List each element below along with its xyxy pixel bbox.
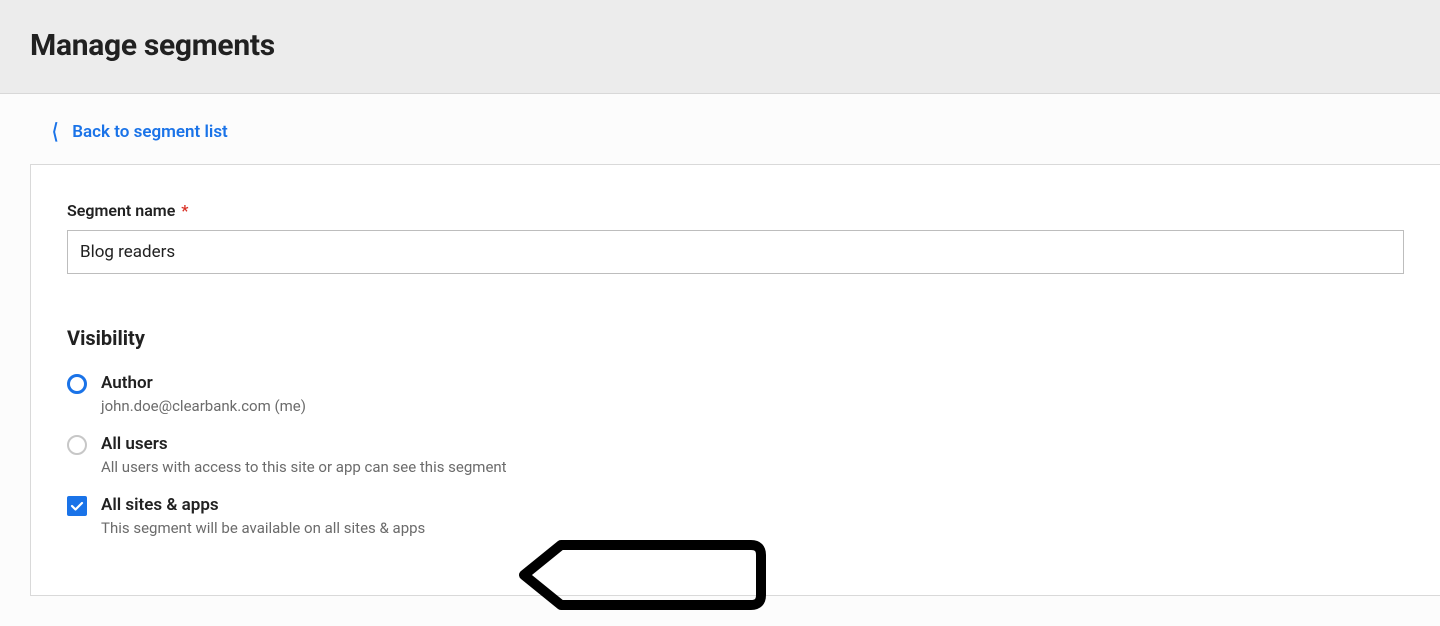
radio-unselected-icon[interactable] — [67, 435, 87, 455]
back-to-list-link[interactable]: ⟨ Back to segment list — [30, 122, 228, 142]
option-desc: This segment will be available on all si… — [101, 518, 1404, 539]
radio-selected-icon[interactable] — [67, 374, 87, 394]
option-title: Author — [101, 372, 1404, 394]
segment-name-label: Segment name * — [67, 201, 1404, 220]
option-desc: john.doe@clearbank.com (me) — [101, 396, 1404, 417]
page-title: Manage segments — [30, 28, 1410, 63]
check-icon — [70, 499, 84, 513]
visibility-option-all-sites[interactable]: All sites & apps This segment will be av… — [67, 494, 1404, 539]
required-asterisk: * — [181, 201, 188, 220]
visibility-option-author[interactable]: Author john.doe@clearbank.com (me) — [67, 372, 1404, 417]
content-area: ⟨ Back to segment list Segment name * Vi… — [0, 94, 1440, 596]
option-title: All users — [101, 433, 1404, 455]
segment-form-panel: Segment name * Visibility Author john.do… — [30, 164, 1440, 596]
header-bar: Manage segments — [0, 0, 1440, 94]
option-desc: All users with access to this site or ap… — [101, 457, 1404, 478]
back-link-label: Back to segment list — [72, 122, 228, 142]
segment-name-input[interactable] — [67, 230, 1404, 274]
option-title: All sites & apps — [101, 494, 1404, 516]
checkbox-checked-icon[interactable] — [67, 496, 87, 516]
visibility-heading: Visibility — [67, 326, 1404, 350]
chevron-left-icon: ⟨ — [52, 122, 58, 143]
visibility-option-all-users[interactable]: All users All users with access to this … — [67, 433, 1404, 478]
